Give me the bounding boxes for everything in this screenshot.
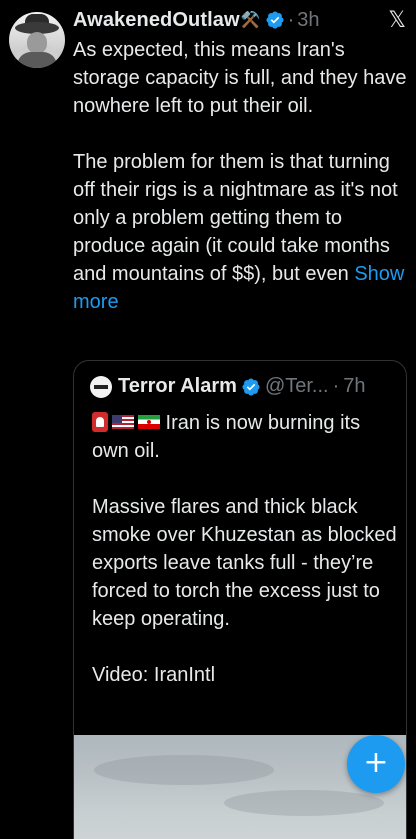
- tools-emoji: ⚒️: [240, 12, 261, 29]
- iran-flag-icon: [138, 415, 160, 429]
- avatar-face: [27, 32, 47, 54]
- quoted-author-handle[interactable]: @Ter...: [265, 375, 329, 398]
- tweet-header: AwakenedOutlaw ⚒️ · 3h 𝕏: [73, 5, 406, 35]
- quoted-tweet-body: Iran is now burning its own oil. Massive…: [92, 409, 397, 689]
- author-name[interactable]: AwakenedOutlaw: [73, 9, 240, 32]
- tweet-text: As expected, this means Iran's storage c…: [73, 39, 407, 285]
- x-close-icon[interactable]: 𝕏: [388, 8, 406, 33]
- tweet-body: As expected, this means Iran's storage c…: [73, 36, 408, 316]
- smoke-cloud: [94, 755, 274, 785]
- alarm-emoji-icon: [92, 412, 108, 432]
- author-avatar[interactable]: [9, 12, 65, 68]
- compose-plus-button[interactable]: +: [347, 735, 405, 793]
- quoted-author-name[interactable]: Terror Alarm: [118, 375, 237, 398]
- quoted-separator: ·: [332, 375, 340, 397]
- us-flag-icon: [112, 415, 134, 429]
- avatar-body: [17, 52, 57, 68]
- tweet-separator: ·: [287, 8, 295, 31]
- quoted-author-avatar[interactable]: [90, 375, 112, 398]
- quoted-verified-badge-icon: [242, 377, 260, 396]
- emoji-group: [92, 412, 160, 432]
- quoted-time[interactable]: 7h: [343, 375, 365, 398]
- tweet-page: AwakenedOutlaw ⚒️ · 3h 𝕏 As expected, th…: [0, 0, 416, 839]
- tweet-time[interactable]: 3h: [297, 9, 319, 32]
- verified-badge-icon: [266, 11, 284, 29]
- quoted-tweet-text: Iran is now burning its own oil. Massive…: [92, 412, 397, 686]
- quoted-tweet-header: Terror Alarm @Ter... · 7h: [90, 375, 395, 398]
- smoke-cloud: [224, 790, 384, 816]
